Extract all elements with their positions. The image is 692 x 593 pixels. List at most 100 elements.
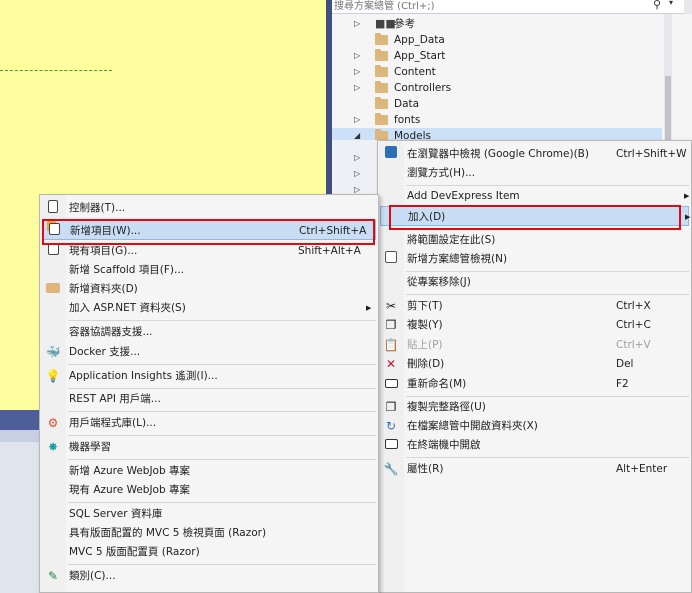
menu-item-new-explorer-view[interactable]: 新增方案總管檢視(N) — [380, 249, 689, 269]
menu-item-client-library[interactable]: ⚙ 用戶端程式庫(L)... — [42, 413, 376, 433]
solution-search-input[interactable] — [334, 0, 634, 13]
menu-item-new-azure-webjob[interactable]: 新增 Azure WebJob 專案 — [42, 461, 376, 481]
menu-item-shortcut: Ctrl+C — [616, 319, 651, 331]
menu-item-label: 複製完整路徑(U) — [407, 401, 486, 413]
menu-item-label: 新增資料夾(D) — [69, 283, 138, 295]
menu-item-shortcut: F2 — [616, 378, 629, 390]
menu-item-cut[interactable]: ✂ 剪下(T) Ctrl+X — [380, 296, 689, 316]
expand-arrow-icon[interactable]: ▷ — [354, 64, 360, 80]
menu-item-add[interactable]: 加入(D) ▶ — [380, 206, 691, 226]
menu-item-browse-with[interactable]: 瀏覽方式(H)... — [380, 163, 689, 183]
solution-scrollbar[interactable] — [664, 14, 672, 146]
expand-arrow-icon[interactable]: ▷ — [354, 48, 360, 64]
menu-item-label: 現有項目(G)... — [69, 245, 138, 257]
solution-search-box: ⚲ ▾ — [332, 0, 692, 14]
expand-arrow-icon[interactable]: ▷ — [354, 112, 360, 128]
menu-item-shortcut: Del — [616, 358, 634, 370]
menu-item-label: 具有版面配置的 MVC 5 檢視頁面 (Razor) — [69, 527, 267, 539]
folder-icon — [375, 49, 388, 61]
tree-item-app-start[interactable]: ▷ App_Start — [332, 48, 662, 64]
tree-item-data[interactable]: Data — [332, 96, 662, 112]
menu-item-delete[interactable]: ✕ 刪除(D) Del — [380, 354, 689, 374]
menu-item-label: 新增 Scaffold 項目(F)... — [69, 264, 185, 276]
menu-item-label: 用戶端程式庫(L)... — [69, 417, 157, 429]
menu-item-class[interactable]: ✎ 類別(C)... — [42, 566, 376, 586]
menu-item-shortcut: Ctrl+X — [616, 300, 651, 312]
menu-item-existing-item[interactable]: 現有項目(G)... Shift+Alt+A — [42, 241, 376, 261]
submenu-arrow-icon: ▶ — [685, 213, 691, 221]
tree-item-references[interactable]: ▷ ■■ 參考 — [332, 16, 662, 32]
expand-arrow-icon[interactable]: ▷ — [354, 150, 360, 166]
menu-item-shortcut: Ctrl+Shift+A — [299, 225, 367, 237]
menu-item-new-scaffold[interactable]: 新增 Scaffold 項目(F)... — [42, 260, 376, 280]
expand-arrow-icon[interactable]: ▷ — [354, 80, 360, 96]
library-icon: ⚙ — [47, 416, 59, 430]
panel-header-band — [0, 430, 40, 442]
menu-item-remove-from-project[interactable]: 從專案移除(J) — [380, 272, 689, 292]
tree-item-label: Controllers — [394, 82, 452, 94]
menu-item-container-orchestrator[interactable]: 容器協調器支援... — [42, 322, 376, 342]
expand-arrow-icon[interactable]: ▷ — [354, 16, 360, 32]
menu-item-machine-learning[interactable]: ✸ 機器學習 — [42, 437, 376, 457]
menu-item-add-aspnet-folder[interactable]: 加入 ASP.NET 資料夾(S) ▶ — [42, 298, 376, 318]
menu-item-new-folder[interactable]: 新增資料夾(D) — [42, 279, 376, 299]
submenu-arrow-icon: ▶ — [366, 304, 372, 312]
menu-item-open-in-explorer[interactable]: ↻ 在檔案總管中開啟資料夾(X) — [380, 416, 689, 436]
menu-item-new-item[interactable]: 新增項目(W)... Ctrl+Shift+A — [42, 220, 376, 240]
tree-item-label: Content — [394, 66, 436, 78]
menu-item-copy[interactable]: ❐ 複製(Y) Ctrl+C — [380, 315, 689, 335]
menu-item-scope-to-this[interactable]: 將範圍設定在此(S) — [380, 230, 689, 250]
menu-item-mvc5-view-with-layout[interactable]: 具有版面配置的 MVC 5 檢視頁面 (Razor) — [42, 523, 376, 543]
properties-icon: 🔧 — [383, 462, 399, 476]
tree-item-app-data[interactable]: App_Data — [332, 32, 662, 48]
menu-item-rename[interactable]: 重新命名(M) F2 — [380, 374, 689, 394]
menu-item-sql-server-database[interactable]: SQL Server 資料庫 — [42, 504, 376, 524]
menu-item-label: 剪下(T) — [407, 300, 443, 312]
open-folder-icon: ↻ — [385, 419, 397, 433]
expand-arrow-icon[interactable]: ▷ — [354, 166, 360, 182]
menu-separator — [406, 457, 689, 458]
menu-separator — [68, 435, 376, 436]
menu-item-add-devexpress[interactable]: Add DevExpress Item ▶ — [380, 186, 689, 206]
tree-item-label: fonts — [394, 114, 421, 126]
menu-item-application-insights[interactable]: 💡 Application Insights 遙測(I)... — [42, 366, 376, 386]
paste-icon: 📋 — [383, 338, 399, 352]
add-submenu: 控制器(T)... 新增項目(W)... Ctrl+Shift+A 現有項目(G… — [39, 194, 379, 593]
tree-item-label: App_Data — [394, 34, 445, 46]
menu-item-controller[interactable]: 控制器(T)... — [42, 198, 376, 218]
search-scroll-edge — [684, 0, 692, 14]
menu-item-label: 貼上(P) — [407, 339, 443, 351]
folder-icon — [375, 33, 388, 45]
menu-item-label: 新增項目(W)... — [70, 225, 141, 237]
menu-item-open-in-terminal[interactable]: 在終端機中開啟 — [380, 435, 689, 455]
search-icon[interactable]: ⚲ — [653, 0, 661, 11]
menu-item-view-in-browser[interactable]: 在瀏覽器中檢視 (Google Chrome)(B) Ctrl+Shift+W — [380, 144, 689, 164]
panel-tab-band — [0, 410, 40, 430]
menu-item-mvc5-layout-page[interactable]: MVC 5 版面配置頁 (Razor) — [42, 542, 376, 562]
menu-item-rest-api-client[interactable]: REST API 用戶端... — [42, 389, 376, 409]
delete-icon: ✕ — [385, 357, 397, 371]
new-view-icon — [383, 251, 399, 267]
menu-item-docker-support[interactable]: 🐳 Docker 支援... — [42, 342, 376, 362]
menu-item-label: 將範圍設定在此(S) — [407, 234, 496, 246]
tree-item-controllers[interactable]: ▷ Controllers — [332, 80, 662, 96]
rename-icon — [383, 376, 399, 392]
menu-item-copy-full-path[interactable]: ❐ 複製完整路徑(U) — [380, 397, 689, 417]
tree-item-content[interactable]: ▷ Content — [332, 64, 662, 80]
menu-item-label: 新增 Azure WebJob 專案 — [69, 465, 190, 477]
menu-item-label: 容器協調器支援... — [69, 326, 153, 338]
menu-item-existing-azure-webjob[interactable]: 現有 Azure WebJob 專案 — [42, 480, 376, 500]
menu-item-label: Docker 支援... — [69, 346, 141, 358]
class-icon: ✎ — [47, 569, 59, 583]
menu-item-shortcut: Shift+Alt+A — [298, 245, 361, 257]
menu-item-properties[interactable]: 🔧 屬性(R) Alt+Enter — [380, 459, 689, 479]
menu-item-label: 刪除(D) — [407, 358, 445, 370]
scrollbar-thumb[interactable] — [665, 76, 671, 146]
tree-item-fonts[interactable]: ▷ fonts — [332, 112, 662, 128]
menu-item-label: 複製(Y) — [407, 319, 443, 331]
menu-item-label: 類別(C)... — [69, 570, 116, 582]
search-options-chevron-icon[interactable]: ▾ — [669, 0, 673, 7]
menu-item-label: 從專案移除(J) — [407, 276, 471, 288]
menu-item-paste[interactable]: 📋 貼上(P) Ctrl+V — [380, 335, 689, 355]
folder-icon — [45, 281, 61, 297]
